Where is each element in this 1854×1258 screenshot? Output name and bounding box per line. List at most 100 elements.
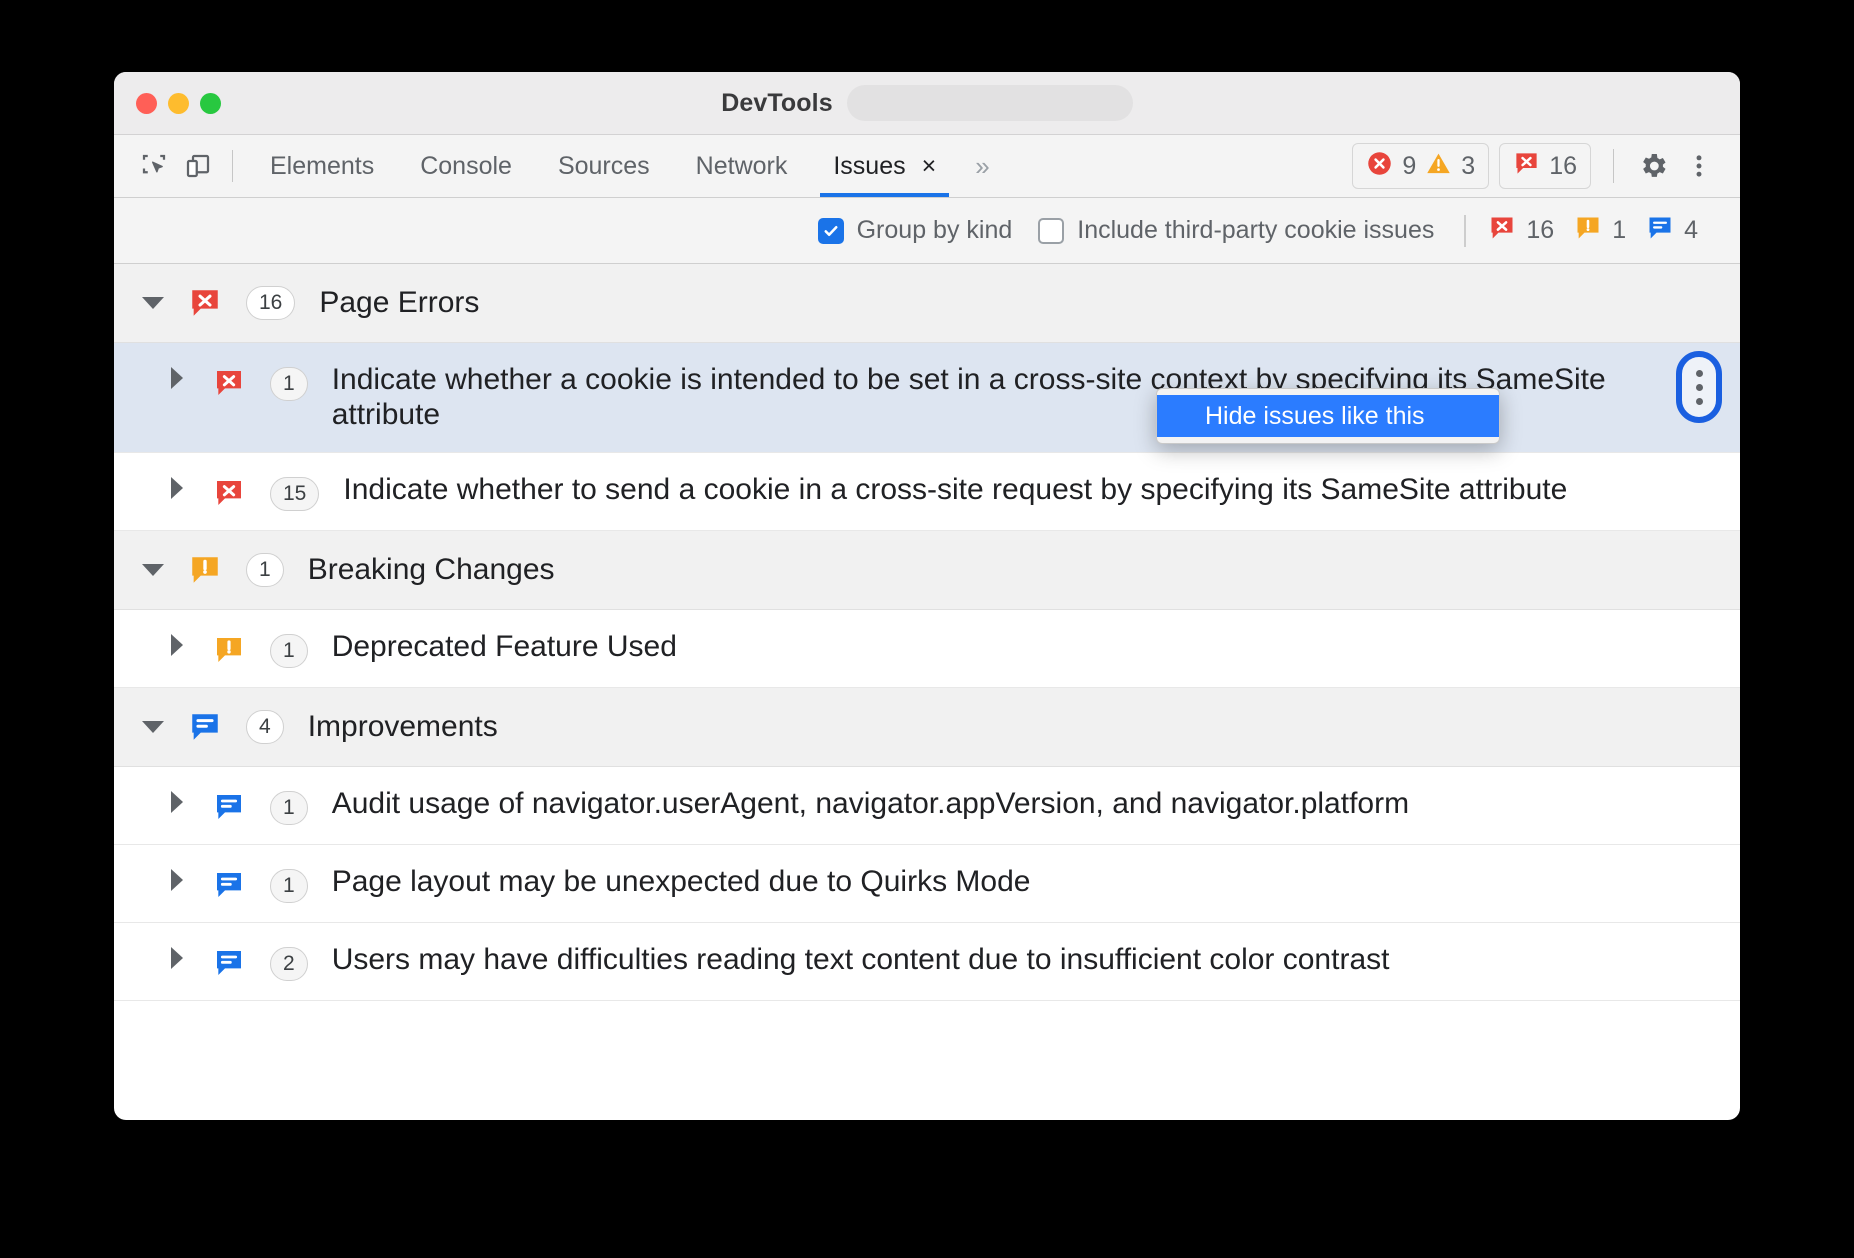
- kebab-menu-icon[interactable]: [1676, 143, 1722, 189]
- warning-count: 3: [1461, 152, 1475, 181]
- issue-expand-toggle-icon[interactable]: [160, 869, 194, 891]
- issue-row-kebab-menu-icon[interactable]: [1676, 351, 1722, 423]
- issue-count-pill: 15: [270, 477, 319, 511]
- tab-issues[interactable]: Issues ×: [810, 135, 959, 197]
- issue-expand-toggle-icon[interactable]: [160, 477, 194, 499]
- group-count-pill: 4: [246, 710, 284, 744]
- issue-title: Indicate whether to send a cookie in a c…: [343, 472, 1650, 507]
- improvement-bubble-icon: [206, 869, 252, 901]
- issue-row[interactable]: 15 Indicate whether to send a cookie in …: [114, 453, 1740, 531]
- issue-count-pill: 1: [270, 791, 308, 825]
- toolbar-divider: [232, 150, 233, 182]
- menu-item-label: Hide issues like this: [1205, 402, 1425, 431]
- group-header-page-errors[interactable]: 16 Page Errors: [114, 264, 1740, 343]
- issue-row[interactable]: 2 Users may have difficulties reading te…: [114, 923, 1740, 1001]
- console-counters[interactable]: 9 3: [1352, 143, 1489, 189]
- tab-elements[interactable]: Elements: [247, 135, 397, 197]
- devtools-window: DevTools Elements Console: [114, 72, 1740, 1120]
- issue-expand-toggle-icon[interactable]: [160, 634, 194, 656]
- issue-title: Users may have difficulties reading text…: [332, 942, 1650, 977]
- toolbar-right-divider: [1613, 149, 1614, 183]
- group-count-pill: 16: [246, 286, 295, 320]
- maximize-button[interactable]: [200, 93, 221, 114]
- issue-title: Audit usage of navigator.userAgent, navi…: [332, 786, 1650, 821]
- filter-badge-page-errors[interactable]: 16: [1488, 214, 1554, 247]
- include-third-party-control[interactable]: Include third-party cookie issues: [1038, 216, 1434, 245]
- group-count-pill: 1: [246, 553, 284, 587]
- issue-expand-toggle-icon[interactable]: [160, 367, 194, 389]
- titlebar-center: DevTools: [114, 85, 1740, 121]
- breaking-change-bubble-icon: [1574, 214, 1602, 247]
- tab-sources[interactable]: Sources: [535, 135, 673, 197]
- close-button[interactable]: [136, 93, 157, 114]
- traffic-light-buttons: [136, 93, 221, 114]
- issue-title: Page layout may be unexpected due to Qui…: [332, 864, 1650, 899]
- issue-row[interactable]: 1 Audit usage of navigator.userAgent, na…: [114, 767, 1740, 845]
- minimize-button[interactable]: [168, 93, 189, 114]
- group-expand-toggle-icon[interactable]: [136, 564, 170, 576]
- tab-issues-close-icon[interactable]: ×: [922, 152, 937, 181]
- group-header-breaking-changes[interactable]: 1 Breaking Changes: [114, 531, 1740, 610]
- include-third-party-checkbox[interactable]: [1038, 218, 1064, 244]
- tab-issues-label: Issues: [833, 152, 905, 181]
- tab-console-label: Console: [420, 152, 512, 181]
- issue-context-menu: Hide issues like this: [1156, 388, 1500, 444]
- group-title: Improvements: [308, 710, 498, 744]
- improvement-bubble-icon: [206, 947, 252, 979]
- issue-expand-toggle-icon[interactable]: [160, 791, 194, 813]
- inspect-element-icon[interactable]: [132, 144, 176, 188]
- issue-row[interactable]: 1 Deprecated Feature Used: [114, 610, 1740, 688]
- tab-network[interactable]: Network: [673, 135, 811, 197]
- error-count: 9: [1402, 152, 1416, 181]
- page-error-bubble-icon: [206, 477, 252, 509]
- issue-expand-toggle-icon[interactable]: [160, 947, 194, 969]
- filterbar-divider: [1464, 215, 1466, 247]
- menu-item-hide-issues-like-this[interactable]: Hide issues like this: [1157, 395, 1499, 437]
- breaking-change-bubble-icon: [206, 634, 252, 666]
- warning-triangle-icon: [1425, 150, 1452, 182]
- tabbar-right-controls: 9 3 16: [1342, 143, 1740, 189]
- issues-list: 16 Page Errors 1 Indicate whether a cook…: [114, 264, 1740, 1055]
- more-tabs-icon[interactable]: »: [959, 151, 1002, 182]
- panel-tabs: Elements Console Sources Network Issues …: [247, 135, 1003, 197]
- improvement-bubble-icon: [182, 710, 228, 744]
- issue-row[interactable]: 1 Page layout may be unexpected due to Q…: [114, 845, 1740, 923]
- issue-error-bubble-icon: [1513, 150, 1540, 182]
- group-by-kind-checkbox[interactable]: [818, 218, 844, 244]
- filter-badge-breaking-changes[interactable]: 1: [1574, 214, 1626, 247]
- group-title: Page Errors: [319, 286, 479, 320]
- page-error-bubble-icon: [1488, 214, 1516, 247]
- group-expand-toggle-icon[interactable]: [136, 721, 170, 733]
- device-toolbar-icon[interactable]: [176, 144, 220, 188]
- devtools-tabbar: Elements Console Sources Network Issues …: [114, 135, 1740, 198]
- group-by-kind-label: Group by kind: [857, 216, 1013, 245]
- improvement-bubble-icon: [1646, 214, 1674, 247]
- tab-elements-label: Elements: [270, 152, 374, 181]
- group-by-kind-control[interactable]: Group by kind: [818, 216, 1013, 245]
- issue-title: Deprecated Feature Used: [332, 629, 1650, 664]
- issues-counter[interactable]: 16: [1499, 143, 1591, 189]
- page-error-bubble-icon: [182, 286, 228, 320]
- include-third-party-label: Include third-party cookie issues: [1077, 216, 1434, 245]
- group-expand-toggle-icon[interactable]: [136, 297, 170, 309]
- issues-filter-bar: Group by kind Include third-party cookie…: [114, 198, 1740, 264]
- breaking-change-bubble-icon: [182, 553, 228, 587]
- tab-network-label: Network: [696, 152, 788, 181]
- titlebar-search-field[interactable]: [847, 85, 1133, 121]
- improvements-badge-count: 4: [1684, 216, 1698, 245]
- page-error-bubble-icon: [206, 367, 252, 399]
- window-title: DevTools: [721, 89, 832, 118]
- filter-badge-improvements[interactable]: 4: [1646, 214, 1698, 247]
- tab-console[interactable]: Console: [397, 135, 535, 197]
- group-title: Breaking Changes: [308, 553, 555, 587]
- group-header-improvements[interactable]: 4 Improvements: [114, 688, 1740, 767]
- issue-count-pill: 1: [270, 367, 308, 401]
- breaking-changes-badge-count: 1: [1612, 216, 1626, 245]
- issue-count-pill: 1: [270, 869, 308, 903]
- window-titlebar: DevTools: [114, 72, 1740, 135]
- issue-count-pill: 1: [270, 634, 308, 668]
- improvement-bubble-icon: [206, 791, 252, 823]
- gear-icon[interactable]: [1630, 143, 1676, 189]
- error-circle-icon: [1366, 150, 1393, 182]
- issues-count: 16: [1549, 152, 1577, 181]
